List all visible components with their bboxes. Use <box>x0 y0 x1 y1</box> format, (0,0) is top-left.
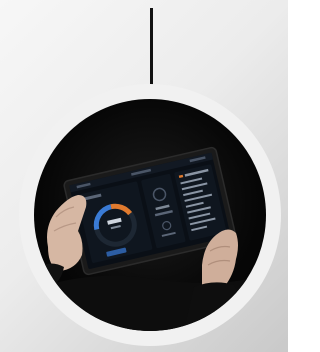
tablet-scene <box>34 146 266 331</box>
page <box>0 0 288 352</box>
tablet-photo <box>34 99 266 331</box>
connector-line <box>150 8 153 92</box>
